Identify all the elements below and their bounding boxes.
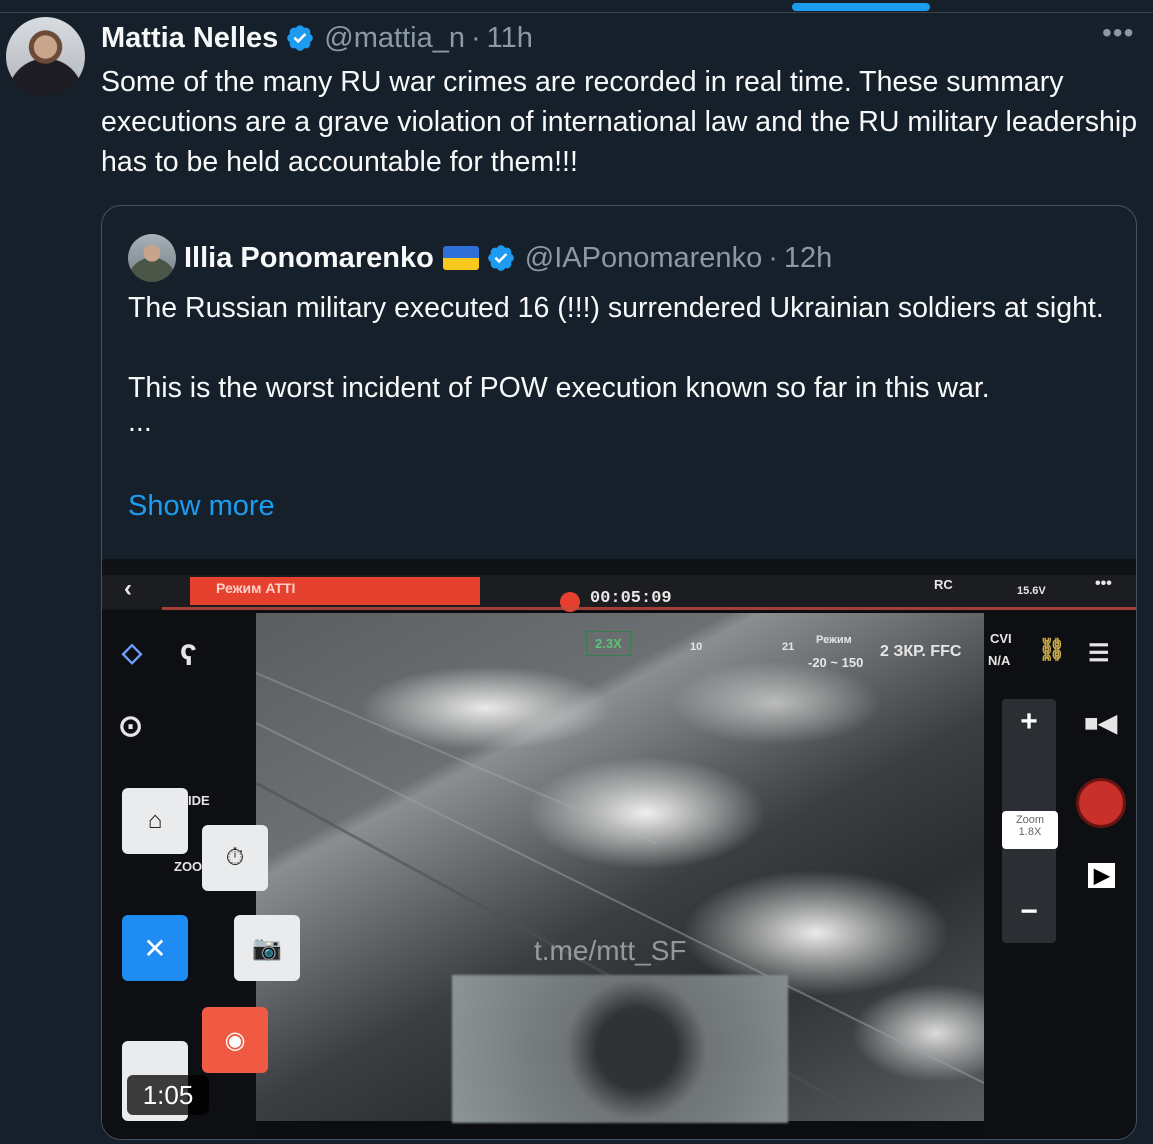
tweet-text: Some of the many RU war crimes are recor… xyxy=(101,66,1138,178)
hud-divider xyxy=(162,607,1136,610)
zoom-label: Zoom 1.8X xyxy=(1002,811,1058,849)
quoted-paragraph-1: The Russian military executed 16 (!!!) s… xyxy=(128,292,1104,324)
hud-left-tab-zoo: ZOO xyxy=(174,859,203,874)
hud-scale-10: 10 xyxy=(690,641,703,653)
close-hud-button: ✕ xyxy=(122,915,188,981)
hud-rc-label: RC xyxy=(934,577,953,592)
tweet-header: Mattia Nelles @mattia_n · 11h xyxy=(101,20,533,56)
video-watermark: t.me/mtt_SF xyxy=(534,935,687,966)
zoom-value-text: 1.8X xyxy=(1018,826,1042,838)
author-handle[interactable]: @mattia_n xyxy=(324,22,465,55)
hud-mode-label: Режим ATTI xyxy=(190,577,480,605)
separator-dot: · xyxy=(768,241,778,274)
hud-cvi: CVI xyxy=(990,631,1012,646)
hud-scale-21: 21 xyxy=(782,641,795,653)
location-target-icon: ⊙ xyxy=(118,710,144,743)
zoom-label-text: Zoom xyxy=(1015,814,1045,826)
quoted-paragraph-2: This is the worst incident of POW execut… xyxy=(128,372,990,404)
scroll-indicator xyxy=(792,3,930,11)
blurred-region xyxy=(452,975,788,1123)
home-button: ⌂ xyxy=(122,788,188,854)
video-duration-badge: 1:05 xyxy=(127,1075,209,1115)
camera-button: 📷 xyxy=(234,915,300,981)
author-name[interactable]: Mattia Nelles xyxy=(101,22,278,55)
quoted-ellipsis: ... xyxy=(128,406,152,438)
quoted-avatar[interactable] xyxy=(128,234,176,282)
quoted-tweet-text: The Russian military executed 16 (!!!) s… xyxy=(128,288,1118,436)
stop-record-icon xyxy=(1076,778,1126,828)
zoom-minus-icon: − xyxy=(1020,895,1038,928)
separator-dot: · xyxy=(470,21,481,54)
settings-sliders-icon: ☰ xyxy=(1088,640,1110,667)
verified-badge-icon xyxy=(487,245,514,271)
hud-range: -20 ~ 150 xyxy=(808,655,864,670)
video-player[interactable]: ‹ Режим ATTI 00:05:09 RC 15.6V ••• t.me/… xyxy=(102,559,1136,1139)
verified-badge-icon xyxy=(287,25,314,51)
record-button: ◉ xyxy=(202,1007,268,1073)
drone-icon: ʕ xyxy=(180,639,197,672)
timestamp[interactable]: 11h xyxy=(487,22,533,55)
show-more-link[interactable]: Show more xyxy=(128,490,275,523)
quoted-tweet-header: Illia Ponomarenko @IAPonomarenko · 12h xyxy=(184,239,832,277)
quoted-timestamp[interactable]: 12h xyxy=(784,242,832,275)
video-timer: 00:05:09 xyxy=(590,589,672,608)
quoted-author-name[interactable]: Illia Ponomarenko xyxy=(184,242,434,275)
quoted-author-handle[interactable]: @IAPonomarenko xyxy=(525,242,762,275)
playback-icon: ▶ xyxy=(1088,863,1116,888)
link-icon: ⛓ xyxy=(1038,637,1066,662)
divider xyxy=(0,12,1153,13)
timer-button: ⏱ xyxy=(202,825,268,891)
hud-mode-small: Режим xyxy=(816,634,852,646)
diamond-icon: ◇ xyxy=(122,637,142,667)
quoted-tweet[interactable]: Illia Ponomarenko @IAPonomarenko · 12h T… xyxy=(101,205,1137,1140)
hud-left-tab-ide: IDE xyxy=(188,793,210,808)
hud-zoom-indicator: 2.3X xyxy=(586,631,631,656)
hud-na: N/A xyxy=(988,653,1011,668)
avatar[interactable] xyxy=(6,17,85,96)
zoom-plus-icon: + xyxy=(1020,705,1038,738)
hud-ffc: 2 ЗКР. FFC xyxy=(880,643,962,660)
video-camera-icon: ■◀ xyxy=(1084,710,1117,737)
hud-voltage: 15.6V xyxy=(1017,585,1046,597)
hud-more-icon: ••• xyxy=(1095,575,1112,592)
back-chevron-icon: ‹ xyxy=(124,575,132,602)
more-horizontal-icon[interactable]: ••• xyxy=(1102,19,1136,48)
ukraine-flag-icon xyxy=(442,246,479,270)
